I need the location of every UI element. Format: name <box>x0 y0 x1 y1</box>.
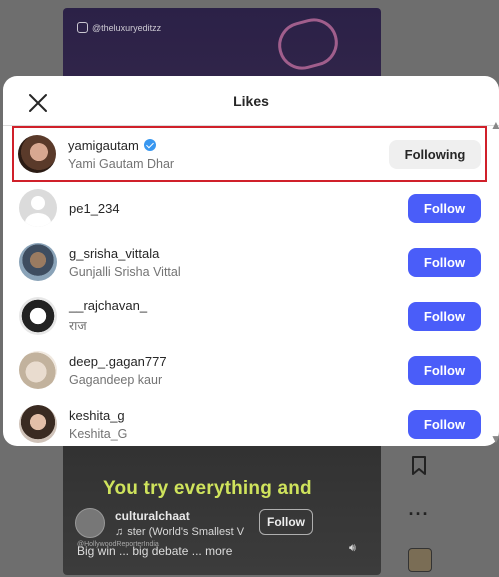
username[interactable]: deep_.gagan777 <box>69 354 167 369</box>
reel-audio[interactable]: ♫ ster (World's Smallest V <box>115 526 244 538</box>
list-item[interactable]: deep_.gagan777 Gagandeep kaur Follow <box>15 344 485 396</box>
list-item[interactable]: keshita_g Keshita_G Follow <box>15 398 485 446</box>
fullname: Keshita_G <box>69 426 128 441</box>
save-icon[interactable] <box>405 452 433 480</box>
username[interactable]: keshita_g <box>69 408 125 423</box>
audio-thumbnail[interactable] <box>408 548 432 572</box>
reel-author-avatar[interactable] <box>75 508 105 538</box>
reel-author-row: culturalchaat ♫ ster (World's Smallest V <box>75 508 244 538</box>
follow-button[interactable]: Follow <box>408 301 481 331</box>
modal-title: Likes <box>233 92 269 109</box>
username[interactable]: __rajchavan_ <box>69 298 147 313</box>
avatar[interactable] <box>19 243 57 281</box>
verified-badge-icon <box>143 139 156 151</box>
likes-modal: Likes yamigautam Yami Gautam Dhar Follow… <box>3 76 499 446</box>
avatar[interactable] <box>18 135 56 173</box>
list-item[interactable]: __rajchavan_ राज Follow <box>15 290 485 342</box>
avatar[interactable] <box>19 189 57 227</box>
fullname: Gunjalli Srisha Vittal <box>69 264 181 279</box>
avatar[interactable] <box>19 351 57 389</box>
follow-button[interactable]: Follow <box>408 247 481 277</box>
scroll-down-arrow-icon[interactable]: ▼ <box>490 432 499 446</box>
follow-button[interactable]: Follow <box>408 193 481 223</box>
avatar[interactable] <box>19 405 57 443</box>
fullname: Gagandeep kaur <box>69 372 163 387</box>
more-options-icon[interactable]: ··· <box>405 500 433 528</box>
reel-caption-overlay: You try everything and <box>103 478 312 499</box>
reel-audio-text: ster (World's Smallest V <box>127 525 245 538</box>
close-icon[interactable] <box>27 92 49 114</box>
reel-watermark-text: @theluxuryeditzz <box>92 22 162 33</box>
username[interactable]: pe1_234 <box>69 201 120 216</box>
following-button[interactable]: Following <box>389 139 481 169</box>
reel-follow-button[interactable]: Follow <box>259 509 313 535</box>
reel-watermark: @theluxuryeditzz <box>77 22 161 33</box>
list-item[interactable]: yamigautam Yami Gautam Dhar Following <box>12 126 487 182</box>
heart-graphic <box>272 13 344 75</box>
list-item[interactable]: g_srisha_vittala Gunjalli Srisha Vittal … <box>15 236 485 288</box>
reel-author-name[interactable]: culturalchaat <box>115 509 244 523</box>
speaker-icon[interactable]: 🔊︎ <box>349 542 356 555</box>
follow-button[interactable]: Follow <box>408 409 481 439</box>
fullname: Yami Gautam Dhar <box>68 156 175 171</box>
list-item[interactable]: pe1_234 Follow <box>15 182 485 234</box>
music-note-icon: ♫ <box>115 525 124 538</box>
modal-header: Likes <box>3 76 499 126</box>
username[interactable]: yamigautam <box>68 138 139 153</box>
username[interactable]: g_srisha_vittala <box>69 246 159 261</box>
fullname: राज <box>69 319 87 333</box>
instagram-icon <box>77 22 88 33</box>
scroll-up-arrow-icon[interactable]: ▲ <box>490 118 499 132</box>
avatar[interactable] <box>19 297 57 335</box>
follow-button[interactable]: Follow <box>408 355 481 385</box>
reel-caption[interactable]: Big win ... big debate ... more <box>77 544 232 558</box>
